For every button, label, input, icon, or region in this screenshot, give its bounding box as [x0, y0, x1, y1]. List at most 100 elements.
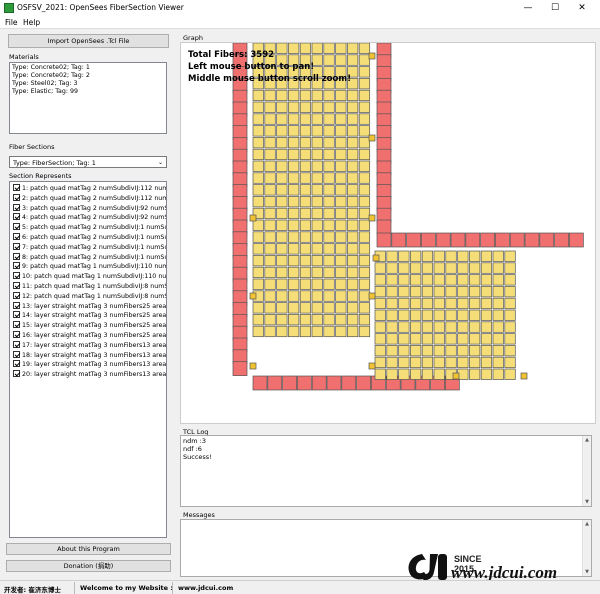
section-item[interactable]: 12: patch quad matTag 1 numSubdivIJ:8 nu… — [11, 291, 166, 302]
fiber-section-select[interactable]: Type: FiberSection; Tag: 1 ⌄ — [9, 156, 167, 168]
section-checkbox[interactable] — [13, 203, 20, 211]
section-item[interactable]: 18: layer straight matTag 3 numFibers13 … — [11, 350, 166, 361]
core-fiber — [469, 321, 481, 333]
tcl-log-scrollbar[interactable]: ▲ ▼ — [582, 436, 591, 506]
cover-fiber — [376, 232, 392, 248]
core-fiber — [288, 89, 300, 102]
section-checkbox[interactable] — [13, 340, 20, 348]
core-fiber — [323, 290, 335, 302]
menu-help[interactable]: Help — [23, 18, 40, 27]
cover-fiber — [356, 375, 371, 391]
close-button[interactable]: ✕ — [569, 0, 595, 16]
scroll-up-icon[interactable]: ▲ — [583, 437, 591, 443]
section-checkbox[interactable] — [13, 321, 20, 329]
core-fiber — [299, 184, 312, 196]
section-item[interactable]: 14: layer straight matTag 3 numFibers25 … — [11, 311, 166, 321]
core-fiber — [311, 101, 323, 113]
rebar-fiber — [520, 372, 528, 380]
core-fiber — [288, 207, 300, 220]
section-checkbox[interactable] — [13, 232, 20, 240]
section-checkbox[interactable] — [13, 350, 20, 358]
section-checkbox[interactable] — [13, 242, 20, 250]
section-list[interactable]: 1: patch quad matTag 2 numSubdivIJ:112 n… — [9, 181, 167, 538]
section-item[interactable]: 17: layer straight matTag 3 numFibers13 … — [11, 340, 166, 351]
about-button[interactable]: About this Program — [6, 543, 171, 555]
core-fiber — [311, 314, 323, 326]
core-fiber — [335, 101, 347, 113]
rebar-fiber — [372, 254, 380, 262]
section-item[interactable]: 5: patch quad matTag 2 numSubdivIJ:1 num… — [11, 223, 166, 233]
materials-list[interactable]: Type: Concrete02; Tag: 1 Type: Concrete02… — [9, 62, 167, 134]
core-fiber — [264, 148, 276, 161]
core-fiber — [252, 89, 264, 102]
material-item[interactable]: Type: Concrete02; Tag: 2 — [12, 72, 164, 80]
section-item[interactable]: 11: patch quad matTag 1 numSubdivIJ:8 nu… — [11, 281, 166, 292]
status-website[interactable]: www.jdcui.com — [178, 584, 233, 592]
section-checkbox[interactable] — [13, 252, 20, 260]
core-fiber — [347, 184, 359, 196]
scroll-up-icon[interactable]: ▲ — [583, 521, 591, 527]
section-item[interactable]: 1: patch quad matTag 2 numSubdivIJ:112 n… — [11, 184, 166, 194]
fiber-section-plot[interactable] — [181, 43, 596, 424]
core-fiber — [276, 266, 288, 279]
core-fiber — [358, 113, 371, 125]
section-checkbox[interactable] — [13, 213, 20, 221]
core-fiber — [347, 302, 359, 314]
cover-fiber — [326, 375, 342, 391]
core-fiber — [335, 160, 347, 172]
tcl-log-box[interactable]: ndm :3 ndf :6 Success! ▲ ▼ — [180, 435, 592, 507]
core-fiber — [374, 297, 386, 310]
core-fiber — [299, 243, 312, 255]
material-item[interactable]: Type: Concrete02; Tag: 1 — [12, 64, 164, 72]
core-fiber — [252, 172, 264, 184]
core-fiber — [264, 125, 276, 137]
section-item[interactable]: 7: patch quad matTag 2 numSubdivIJ:1 num… — [11, 242, 167, 253]
core-fiber — [252, 148, 264, 161]
section-checkbox[interactable] — [13, 272, 20, 280]
core-fiber — [445, 309, 457, 321]
core-fiber — [323, 196, 335, 208]
section-checkbox[interactable] — [13, 193, 20, 201]
core-fiber — [347, 278, 359, 290]
section-item[interactable]: 6: patch quad matTag 2 numSubdivIJ:1 num… — [11, 232, 166, 243]
section-checkbox[interactable] — [13, 370, 20, 378]
section-checkbox[interactable] — [13, 262, 20, 270]
section-item[interactable]: 2: patch quad matTag 2 numSubdivIJ:112 n… — [11, 193, 166, 204]
section-checkbox[interactable] — [13, 301, 20, 309]
section-checkbox[interactable] — [13, 223, 20, 231]
section-checkbox[interactable] — [13, 184, 20, 191]
section-checkbox[interactable] — [13, 360, 20, 368]
section-checkbox[interactable] — [13, 311, 20, 319]
section-item[interactable]: 9: patch quad matTag 1 numSubdivIJ:110 n… — [11, 262, 166, 272]
core-fiber — [421, 274, 434, 286]
section-item[interactable]: 10: patch quad matTag 1 numSubdivIJ:110 … — [11, 272, 166, 282]
core-fiber — [311, 266, 323, 279]
section-item[interactable]: 3: patch quad matTag 2 numSubdivIJ:92 nu… — [11, 203, 166, 214]
material-item[interactable]: Type: Steel02; Tag: 3 — [12, 80, 164, 88]
core-fiber — [311, 125, 323, 137]
section-item-label: 7: patch quad matTag 2 numSubdivIJ:1 num… — [22, 243, 167, 251]
section-item[interactable]: 4: patch quad matTag 2 numSubdivIJ:92 nu… — [11, 213, 166, 223]
menu-file[interactable]: File — [5, 18, 18, 27]
section-checkbox[interactable] — [13, 330, 20, 338]
section-checkbox[interactable] — [13, 291, 20, 299]
material-item[interactable]: Type: Elastic; Tag: 99 — [12, 88, 164, 96]
core-fiber — [335, 113, 347, 125]
graph-canvas[interactable]: Total Fibers: 3592 Left mouse button to … — [180, 42, 596, 424]
core-fiber — [288, 160, 300, 172]
section-item[interactable]: 15: layer straight matTag 3 numFibers25 … — [11, 321, 166, 331]
section-item[interactable]: 20: layer straight matTag 3 numFibers13 … — [11, 370, 166, 380]
cover-fiber — [435, 232, 451, 248]
donation-button[interactable]: Donation (捐助) — [6, 560, 171, 572]
minimize-button[interactable]: — — [515, 0, 541, 16]
scroll-down-icon[interactable]: ▼ — [583, 499, 591, 505]
section-item[interactable]: 8: patch quad matTag 2 numSubdivIJ:1 num… — [11, 252, 166, 263]
maximize-button[interactable]: ☐ — [542, 0, 568, 16]
import-tcl-button[interactable]: Import OpenSees .Tcl File — [8, 34, 169, 48]
section-item[interactable]: 19: layer straight matTag 3 numFibers13 … — [11, 360, 166, 370]
section-checkbox[interactable] — [13, 281, 20, 289]
section-item[interactable]: 13: layer straight matTag 3 numFibers25 … — [11, 301, 166, 312]
core-fiber — [299, 219, 312, 231]
core-fiber — [299, 314, 312, 326]
section-item[interactable]: 16: layer straight matTag 3 numFibers25 … — [11, 330, 166, 341]
